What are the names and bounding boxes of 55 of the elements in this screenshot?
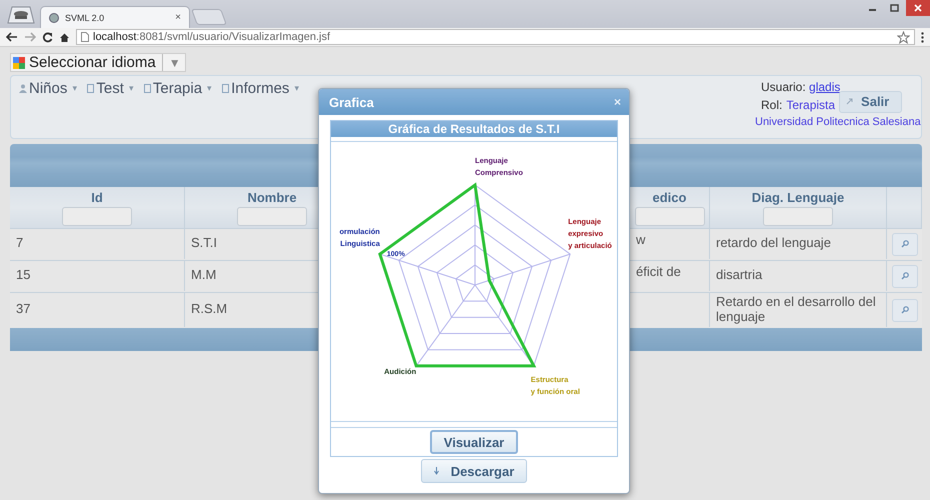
page-icon <box>222 84 230 92</box>
star-icon[interactable] <box>897 30 910 44</box>
logout-button[interactable]: Salir <box>839 90 902 112</box>
close-icon[interactable] <box>906 0 930 16</box>
panel-title: Gráfica de Resultados de S.T.I <box>331 121 617 137</box>
download-button[interactable]: Descargar <box>420 459 528 483</box>
view-button[interactable] <box>892 298 918 322</box>
close-tab-icon[interactable]: × <box>175 12 181 23</box>
search-icon <box>900 272 908 280</box>
filter-field[interactable] <box>634 206 704 226</box>
menu-item[interactable]: Test ▾ <box>87 80 134 96</box>
menu-item[interactable]: Niños ▾ <box>19 80 78 96</box>
page-icon <box>144 84 151 92</box>
table-cell: 37 <box>10 292 185 326</box>
column-header <box>887 186 922 228</box>
caret-icon: ▼ <box>168 56 181 70</box>
download-icon <box>434 467 439 475</box>
filter-field[interactable] <box>62 206 132 226</box>
column-header: edico <box>630 186 710 228</box>
page-icon <box>81 32 89 42</box>
filter-field[interactable] <box>237 206 307 226</box>
view-button[interactable] <box>892 264 918 288</box>
page-icon <box>87 84 94 92</box>
menu-item[interactable]: Terapia ▾ <box>144 80 212 96</box>
browser-tab[interactable]: SVML 2.0 × <box>40 6 190 28</box>
address-field[interactable]: localhost:8081/svml/usuario/VisualizarImagen.jsf <box>76 29 915 45</box>
external-link-icon <box>846 98 854 105</box>
home-icon[interactable] <box>59 32 70 42</box>
column-header: Id <box>10 186 185 228</box>
user-label: Usuario: <box>761 80 806 94</box>
translate-icon <box>13 56 25 68</box>
reload-icon[interactable] <box>42 32 53 42</box>
table-cell: retardo del lenguaje <box>710 228 887 258</box>
search-icon <box>900 306 908 314</box>
table-cell: Retardo en el desarrollo del lenguaje <box>710 292 887 326</box>
url-text: localhost:8081/svml/usuario/VisualizarImagen.jsf <box>93 31 330 43</box>
table-cell: 7 <box>10 228 185 258</box>
favicon-icon <box>49 12 59 22</box>
username-link[interactable]: gladis <box>809 80 840 94</box>
role-value: Terapista <box>786 98 836 112</box>
institution-name: Universidad Politecnica Salesiana <box>755 116 921 128</box>
view-chart-button[interactable]: Visualizar <box>430 430 518 454</box>
role-label: Rol: <box>761 98 782 112</box>
search-icon <box>900 240 908 248</box>
dialog-title: Grafica <box>329 94 374 110</box>
menu-item[interactable]: Informes ▾ <box>222 80 300 96</box>
table-cell: 15 <box>10 260 185 290</box>
table-cell: disartria <box>710 260 887 290</box>
back-icon[interactable] <box>6 32 18 42</box>
column-header: Diag. Lenguaje <box>710 186 887 228</box>
view-button[interactable] <box>892 232 918 256</box>
person-icon <box>19 84 27 92</box>
language-selector[interactable]: Seleccionar idioma ▼ <box>10 53 186 72</box>
menu-icon[interactable] <box>921 32 924 42</box>
filter-field[interactable] <box>763 206 833 226</box>
